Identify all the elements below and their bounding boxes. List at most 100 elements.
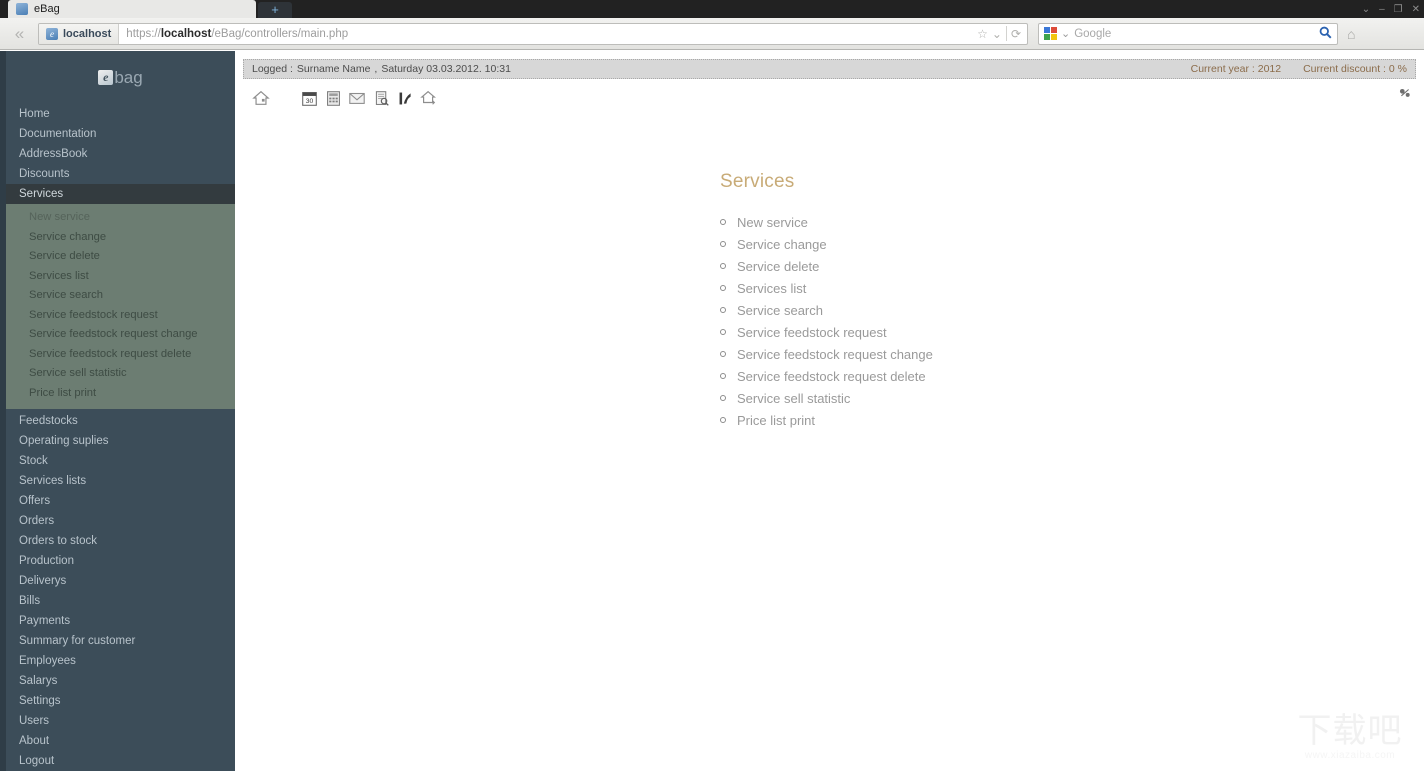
services-list-item[interactable]: Service search [720, 299, 1240, 321]
back-button-icon[interactable]: « [6, 24, 32, 44]
services-list-item[interactable]: Price list print [720, 409, 1240, 431]
sidebar-item-about[interactable]: About [6, 731, 235, 751]
home-button-icon[interactable]: ⌂ [1344, 26, 1358, 42]
services-list-item[interactable]: Service change [720, 233, 1240, 255]
new-tab-button[interactable]: + [258, 2, 292, 18]
document-search-icon[interactable] [369, 86, 393, 110]
info-bar-right: Current year : 2012 Current discount : 0… [1191, 63, 1407, 75]
maximize-icon[interactable]: ❐ [1394, 4, 1403, 15]
bookmark-star-icon[interactable]: ☆ [977, 27, 988, 41]
home-icon[interactable] [249, 86, 273, 110]
sidebar-item-services[interactable]: Services [6, 184, 235, 204]
services-panel: Services New service Service change Servic… [720, 171, 1240, 431]
services-list-item-label: Services list [737, 280, 807, 296]
sidebar-item-documentation[interactable]: Documentation [6, 124, 235, 144]
logged-label: Logged : [252, 63, 293, 75]
calendar-icon[interactable]: 30 [297, 86, 321, 110]
sidebar-item-logout[interactable]: Logout [6, 751, 235, 771]
logged-datetime: Saturday 03.03.2012. 10:31 [381, 63, 511, 75]
browser-navbar: « e localhost https://localhost/eBag/con… [0, 18, 1424, 50]
minimize-icon[interactable]: – [1379, 4, 1385, 15]
bullet-icon [720, 351, 726, 357]
current-year-value: 2012 [1257, 63, 1282, 75]
tab-favicon-icon: eBag [16, 3, 28, 15]
sidebar-item-orders-to-stock[interactable]: Orders to stock [6, 531, 235, 551]
url-bar[interactable]: e localhost https://localhost/eBag/contr… [38, 22, 1028, 45]
app-logo[interactable]: e bag [6, 51, 235, 96]
sidebar-item-operating-suplies[interactable]: Operating suplies [6, 431, 235, 451]
bullet-icon [720, 263, 726, 269]
bullet-icon [720, 241, 726, 247]
url-path: /eBag/controllers/main.php [211, 27, 349, 40]
submenu-item-services-list[interactable]: Services list [6, 267, 235, 287]
submenu-item-service-search[interactable]: Service search [6, 286, 235, 306]
submenu-item-service-sell-statistic[interactable]: Service sell statistic [6, 364, 235, 384]
reload-icon[interactable]: ⟳ [1011, 27, 1021, 41]
sidebar-item-deliverys[interactable]: Deliverys [6, 571, 235, 591]
bullet-icon [720, 329, 726, 335]
home-export-icon[interactable] [417, 86, 441, 110]
services-list-item[interactable]: New service [720, 211, 1240, 233]
current-year-label: Current year : [1190, 63, 1255, 75]
divider [1005, 26, 1007, 41]
sidebar-item-summary-for-customer[interactable]: Summary for customer [6, 631, 235, 651]
sidebar-item-payments[interactable]: Payments [6, 611, 235, 631]
services-list-item-label: Service feedstock request [737, 324, 887, 340]
logo-word: bag [114, 67, 143, 87]
chevron-down-icon[interactable]: ⌄ [1362, 4, 1370, 15]
mail-icon[interactable] [345, 86, 369, 110]
search-bar[interactable]: ⌄ Google [1038, 22, 1338, 45]
site-identity-button[interactable]: e localhost [39, 23, 120, 44]
sidebar-item-stock[interactable]: Stock [6, 451, 235, 471]
services-list-item[interactable]: Services list [720, 277, 1240, 299]
sidebar-item-services-lists[interactable]: Services lists [6, 471, 235, 491]
sidebar-item-employees[interactable]: Employees [6, 651, 235, 671]
sidebar-nav: Home Documentation AddressBook Discounts Ser… [6, 104, 235, 771]
tab-strip: eBag eBag + [0, 0, 292, 18]
chevron-down-icon[interactable]: ⌄ [992, 27, 1002, 41]
submenu-item-new-service[interactable]: New service [6, 208, 235, 228]
services-list-item[interactable]: Service feedstock request delete [720, 365, 1240, 387]
url-host: localhost [160, 27, 212, 40]
watermark-site-text: www.xiazaiba.com [1304, 749, 1396, 761]
watermark-cn-text: 下载吧 [1297, 710, 1403, 751]
sidebar-item-feedstocks[interactable]: Feedstocks [6, 411, 235, 431]
sidebar-item-discounts[interactable]: Discounts [6, 164, 235, 184]
sidebar-item-addressbook[interactable]: AddressBook [6, 144, 235, 164]
site-favicon-icon: e [46, 27, 58, 40]
submenu-item-service-change[interactable]: Service change [6, 228, 235, 248]
submenu-item-service-delete[interactable]: Service delete [6, 247, 235, 267]
sidebar-item-offers[interactable]: Offers [6, 491, 235, 511]
services-list-item[interactable]: Service delete [720, 255, 1240, 277]
window-controls: ⌄ – ❐ ✕ [1362, 0, 1420, 18]
url-prefix: https:// [126, 27, 161, 40]
services-list-item-label: New service [737, 214, 808, 230]
sidebar-item-users[interactable]: Users [6, 711, 235, 731]
sidebar-item-bills[interactable]: Bills [6, 591, 235, 611]
submenu-item-price-list-print[interactable]: Price list print [6, 384, 235, 404]
search-icon[interactable] [1319, 26, 1332, 42]
sidebar-item-production[interactable]: Production [6, 551, 235, 571]
services-list-item[interactable]: Service sell statistic [720, 387, 1240, 409]
services-list-item[interactable]: Service feedstock request change [720, 343, 1240, 365]
url-text[interactable]: https://localhost/eBag/controllers/main.… [119, 28, 971, 40]
browser-titlebar: eBag eBag + ⌄ – ❐ ✕ [0, 0, 1424, 18]
chevron-down-icon[interactable]: ⌄ [1061, 27, 1070, 40]
url-actions: ☆ ⌄ ⟳ [971, 26, 1027, 41]
submenu-item-service-feedstock-request-change[interactable]: Service feedstock request change [6, 325, 235, 345]
main-panel-wrapper: Services New service Service change Servic… [235, 171, 1424, 431]
sidebar-item-home[interactable]: Home [6, 104, 235, 124]
browser-tab-ebag[interactable]: eBag eBag [8, 0, 256, 18]
chart-icon[interactable] [393, 86, 417, 110]
search-input[interactable]: Google [1074, 28, 1315, 40]
close-icon[interactable]: ✕ [1412, 4, 1420, 15]
google-logo-icon [1044, 27, 1057, 40]
calculator-icon[interactable] [321, 86, 345, 110]
current-discount-value: 0 [1388, 63, 1395, 75]
sidebar-item-settings[interactable]: Settings [6, 691, 235, 711]
sidebar-item-salarys[interactable]: Salarys [6, 671, 235, 691]
services-list-item[interactable]: Service feedstock request [720, 321, 1240, 343]
sidebar-item-orders[interactable]: Orders [6, 511, 235, 531]
submenu-item-service-feedstock-request[interactable]: Service feedstock request [6, 306, 235, 326]
submenu-item-service-feedstock-request-delete[interactable]: Service feedstock request delete [6, 345, 235, 365]
